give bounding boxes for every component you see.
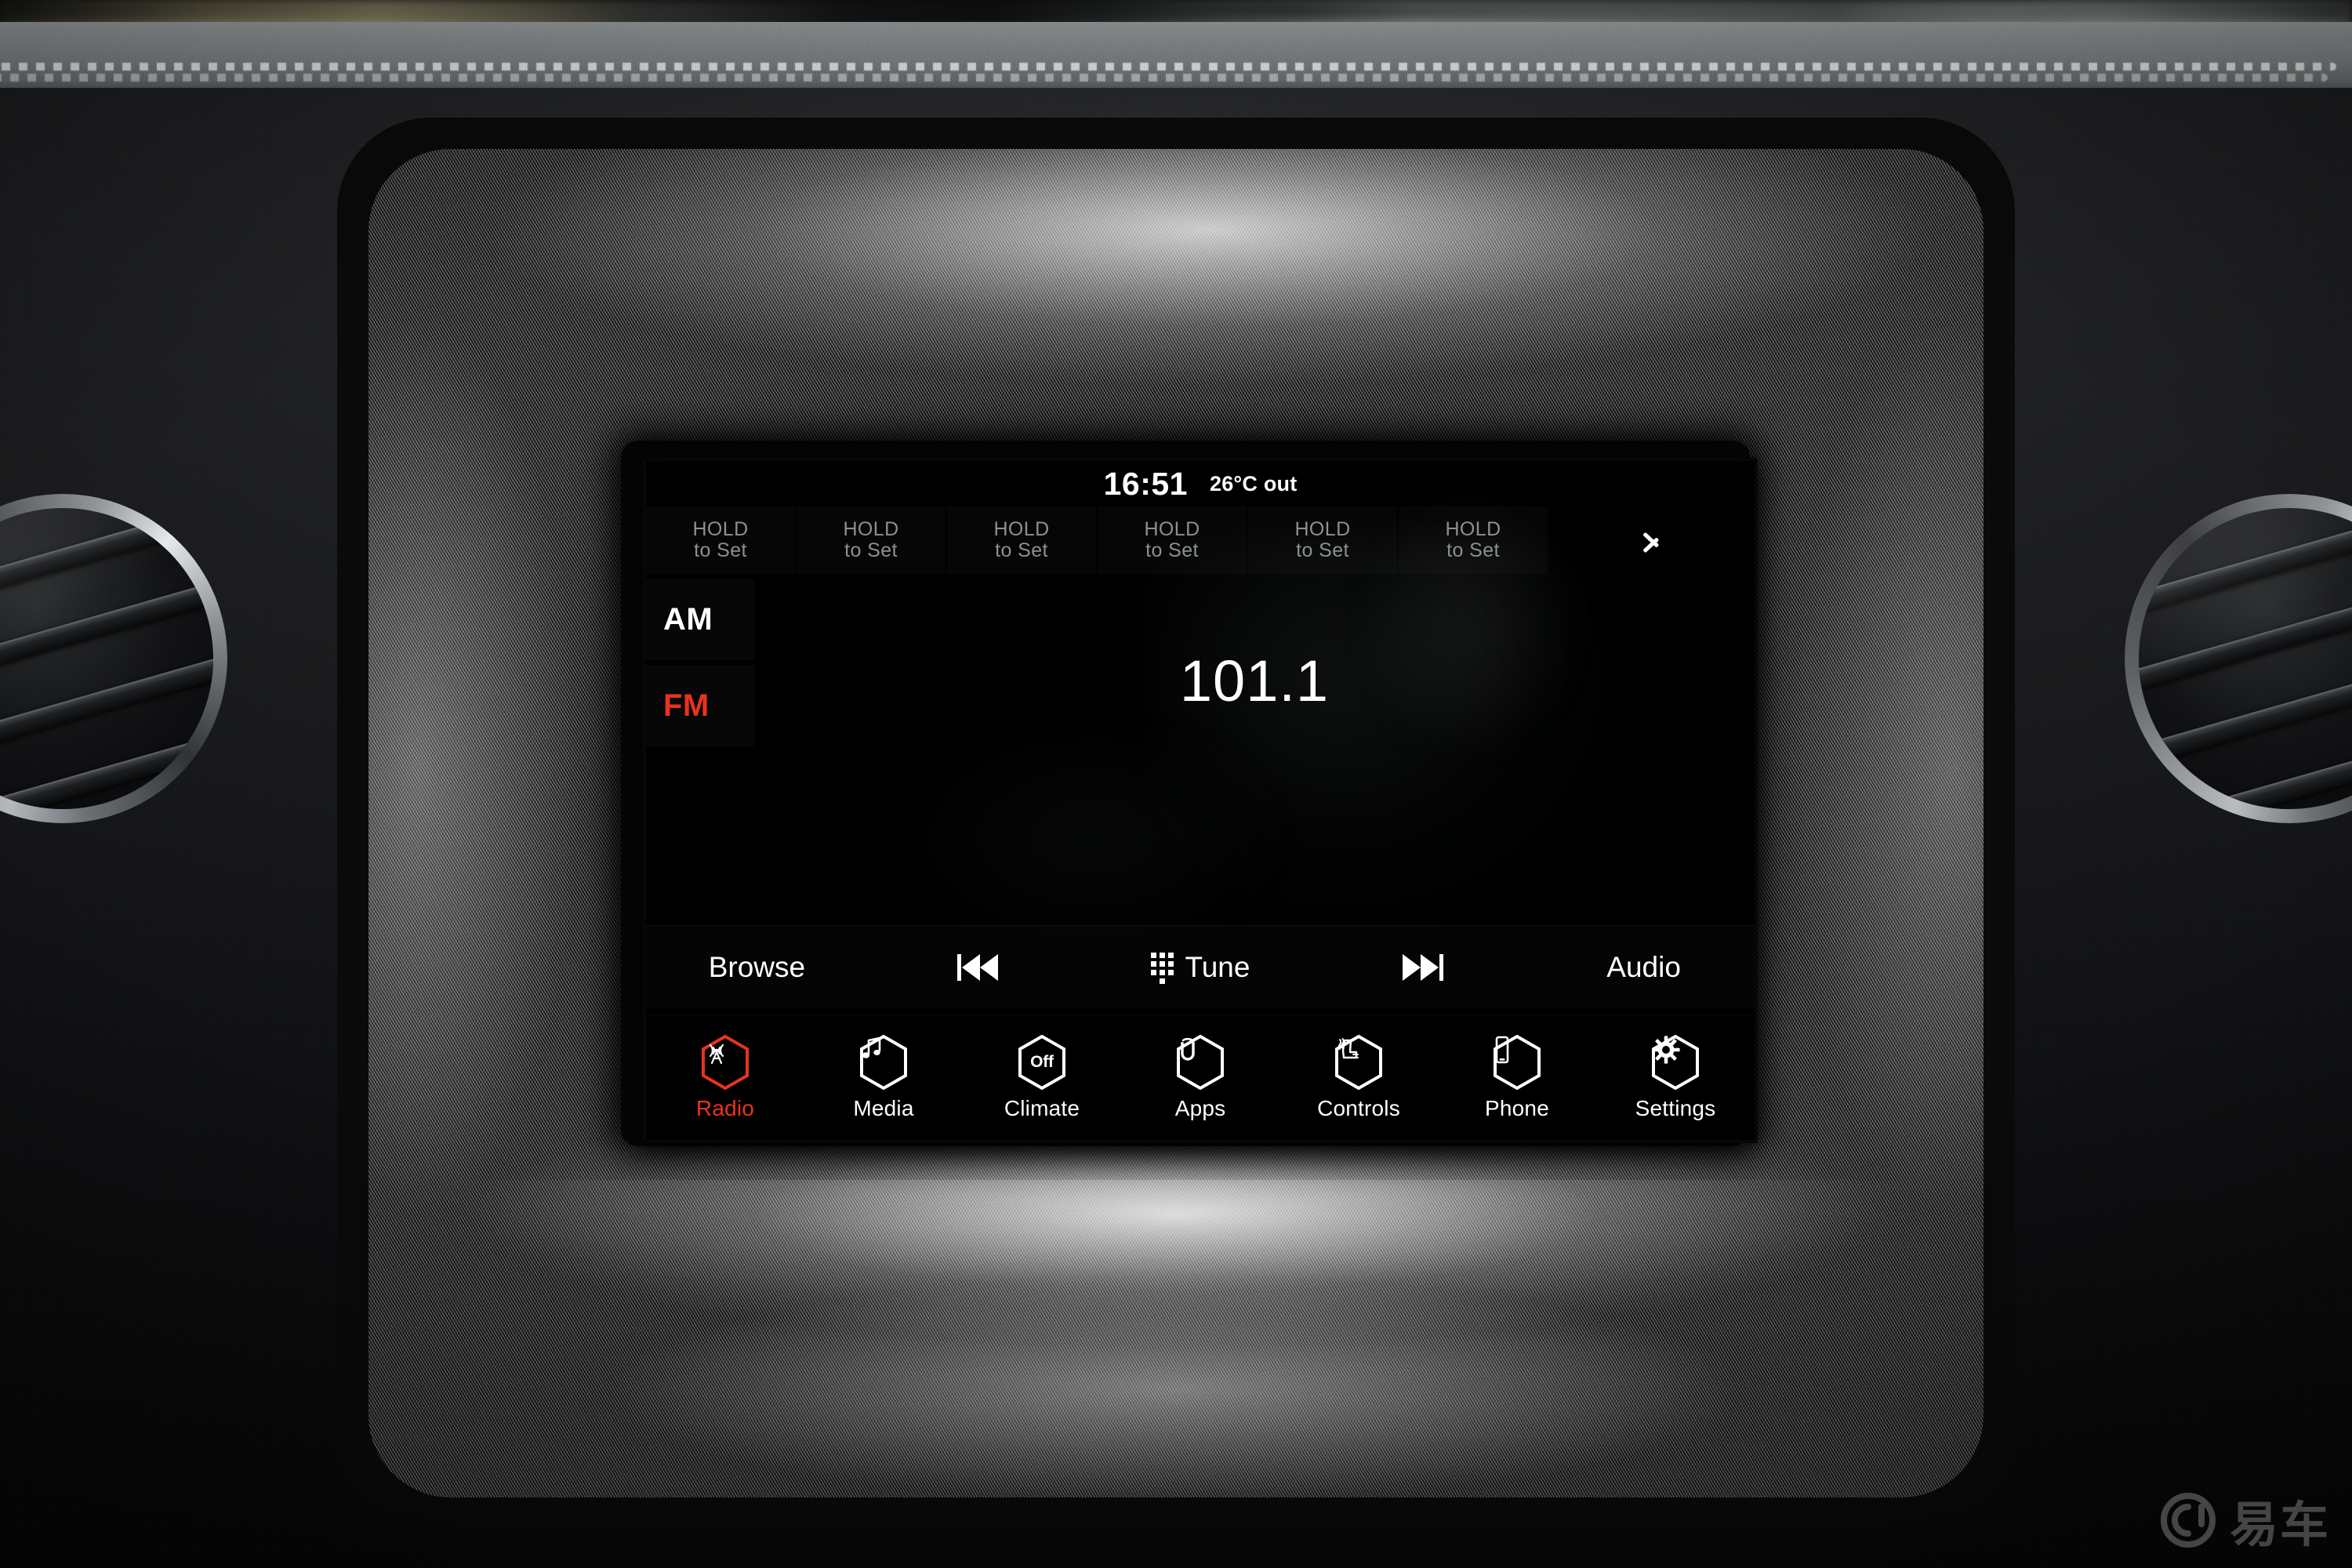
- preset-next-page-button[interactable]: [1548, 506, 1755, 574]
- uconnect-touchscreen[interactable]: 16:51 26°C out HOLD to Set HOLD to Set H…: [646, 461, 1755, 1140]
- nav-label-radio: Radio: [695, 1095, 755, 1120]
- preset-button-6[interactable]: HOLD to Set: [1399, 506, 1548, 574]
- skip-previous-icon: [957, 953, 1000, 981]
- preset-line1: HOLD: [843, 518, 899, 540]
- nav-label-settings: Settings: [1635, 1095, 1716, 1120]
- now-playing-area: 101.1: [754, 610, 1755, 845]
- nav-item-controls[interactable]: Controls: [1279, 1015, 1438, 1141]
- bottom-nav-bar: Radio Media Off Climate Apps Controls Ph…: [646, 1014, 1755, 1140]
- preset-line1: HOLD: [1294, 518, 1351, 540]
- nav-item-climate[interactable]: Off Climate: [963, 1015, 1121, 1141]
- climate-off-badge: Off: [1030, 1052, 1054, 1071]
- preset-row: HOLD to Set HOLD to Set HOLD to Set HOLD…: [646, 506, 1755, 574]
- dashboard-top-pad: [0, 22, 2352, 94]
- nav-item-phone[interactable]: Phone: [1438, 1015, 1596, 1141]
- heated-seat-icon: [1334, 1034, 1383, 1090]
- preset-line1: HOLD: [993, 518, 1050, 540]
- preset-line1: HOLD: [1445, 518, 1501, 540]
- clock: 16:51: [1103, 465, 1188, 502]
- tune-button[interactable]: Tune: [1090, 926, 1312, 1009]
- outside-temperature: 26°C out: [1209, 471, 1298, 495]
- preset-line2: to Set: [1296, 539, 1349, 561]
- band-label-am: AM: [663, 601, 713, 637]
- band-label-fm: FM: [663, 688, 710, 723]
- frequency-display: 101.1: [1179, 648, 1330, 713]
- preset-line1: HOLD: [692, 518, 749, 540]
- next-station-button[interactable]: [1311, 926, 1533, 1009]
- nav-label-phone: Phone: [1485, 1095, 1549, 1120]
- preset-button-2[interactable]: HOLD to Set: [797, 506, 946, 574]
- preset-line2: to Set: [844, 539, 898, 561]
- preset-line2: to Set: [694, 539, 747, 561]
- nav-item-settings[interactable]: Settings: [1596, 1015, 1755, 1141]
- radio-tower-icon: [701, 1034, 750, 1090]
- transport-bar: Browse Tune Audio: [646, 925, 1755, 1008]
- skip-next-icon: [1401, 953, 1443, 981]
- band-selector: AM FM: [646, 579, 754, 751]
- nav-label-media: Media: [853, 1095, 914, 1120]
- bezel-lower-tray: [368, 1180, 1984, 1360]
- preset-button-4[interactable]: HOLD to Set: [1098, 506, 1247, 574]
- audio-button[interactable]: Audio: [1533, 926, 1755, 1009]
- preset-line1: HOLD: [1144, 518, 1200, 540]
- band-button-am[interactable]: AM: [646, 579, 754, 660]
- dashboard-stitching: [0, 63, 2336, 71]
- keypad-icon: [1150, 952, 1174, 984]
- climate-off-icon: Off: [1018, 1034, 1066, 1090]
- nav-label-controls: Controls: [1317, 1095, 1400, 1120]
- browse-button[interactable]: Browse: [646, 926, 868, 1009]
- watermark-text: 易车: [2229, 1496, 2330, 1553]
- preset-line2: to Set: [1145, 539, 1199, 561]
- dashboard-stitching-secondary: [0, 74, 2328, 82]
- chevron-right-icon: [1642, 524, 1660, 556]
- status-bar: 16:51 26°C out: [646, 461, 1755, 506]
- yiche-circle-logo: [2161, 1492, 2216, 1548]
- nav-item-apps[interactable]: Apps: [1121, 1015, 1279, 1141]
- nav-item-radio[interactable]: Radio: [646, 1015, 804, 1141]
- previous-station-button[interactable]: [868, 926, 1090, 1009]
- music-note-icon: [859, 1034, 908, 1090]
- preset-line2: to Set: [1446, 539, 1500, 561]
- band-button-fm[interactable]: FM: [646, 665, 754, 746]
- dashboard-scene: 16:51 26°C out HOLD to Set HOLD to Set H…: [0, 0, 2352, 1568]
- preset-line2: to Set: [995, 539, 1048, 561]
- nav-item-media[interactable]: Media: [804, 1015, 963, 1141]
- smartphone-icon: [1493, 1034, 1541, 1090]
- preset-button-3[interactable]: HOLD to Set: [947, 506, 1096, 574]
- nav-label-apps: Apps: [1174, 1095, 1226, 1120]
- nav-label-climate: Climate: [1004, 1095, 1080, 1120]
- preset-button-1[interactable]: HOLD to Set: [646, 506, 795, 574]
- windshield-shadow: [0, 0, 2352, 20]
- uconnect-u-icon: [1176, 1034, 1225, 1090]
- gear-icon: [1651, 1034, 1700, 1090]
- tune-label: Tune: [1185, 950, 1250, 983]
- watermark: 易车: [2159, 1485, 2330, 1555]
- preset-button-5[interactable]: HOLD to Set: [1248, 506, 1397, 574]
